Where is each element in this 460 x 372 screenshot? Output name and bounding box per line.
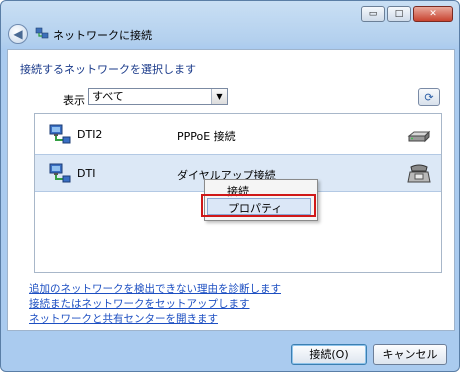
highlight-box	[201, 194, 316, 217]
window-title: ネットワークに接続	[53, 29, 152, 42]
diagnose-link[interactable]: 追加のネットワークを検出できない理由を診断します	[29, 282, 281, 296]
filter-dropdown[interactable]: すべて ▼	[88, 88, 228, 105]
title-bar: ▭ □ ✕ ◀ ネットワークに接続	[1, 1, 459, 49]
setup-connection-link[interactable]: 接続またはネットワークをセットアップします	[29, 297, 281, 311]
back-arrow-icon[interactable]: ◀	[8, 24, 28, 44]
connection-type: PPPoE 接続	[177, 130, 236, 143]
connect-button[interactable]: 接続(O)	[291, 344, 367, 365]
connection-name: DTI	[77, 167, 96, 180]
dialog-window: ▭ □ ✕ ◀ ネットワークに接続 接続するネットワークを選択します 表示 すべ…	[0, 0, 460, 372]
chevron-down-icon: ▼	[211, 89, 227, 104]
refresh-button[interactable]: ⟳	[418, 88, 440, 106]
connection-row-dti2[interactable]: DTI2 PPPoE 接続	[35, 116, 441, 154]
connection-name: DTI2	[77, 128, 103, 141]
network-center-link[interactable]: ネットワークと共有センターを開きます	[29, 312, 281, 326]
dialup-phone-icon	[407, 164, 431, 183]
network-connection-icon	[49, 163, 71, 183]
network-wizard-icon	[35, 27, 49, 39]
page-heading: 接続するネットワークを選択します	[20, 63, 196, 76]
network-connection-icon	[49, 124, 71, 144]
task-links: 追加のネットワークを検出できない理由を診断します 接続またはネットワークをセット…	[29, 282, 281, 327]
window-controls: ▭ □ ✕	[361, 6, 453, 22]
close-button[interactable]: ✕	[413, 6, 453, 22]
filter-label: 表示	[63, 94, 85, 107]
maximize-button[interactable]: □	[387, 6, 411, 22]
filter-value: すべて	[92, 90, 124, 103]
minimize-button[interactable]: ▭	[361, 6, 385, 22]
cancel-button[interactable]: キャンセル	[373, 344, 447, 365]
broadband-modem-icon	[407, 130, 431, 143]
refresh-icon: ⟳	[424, 90, 434, 104]
